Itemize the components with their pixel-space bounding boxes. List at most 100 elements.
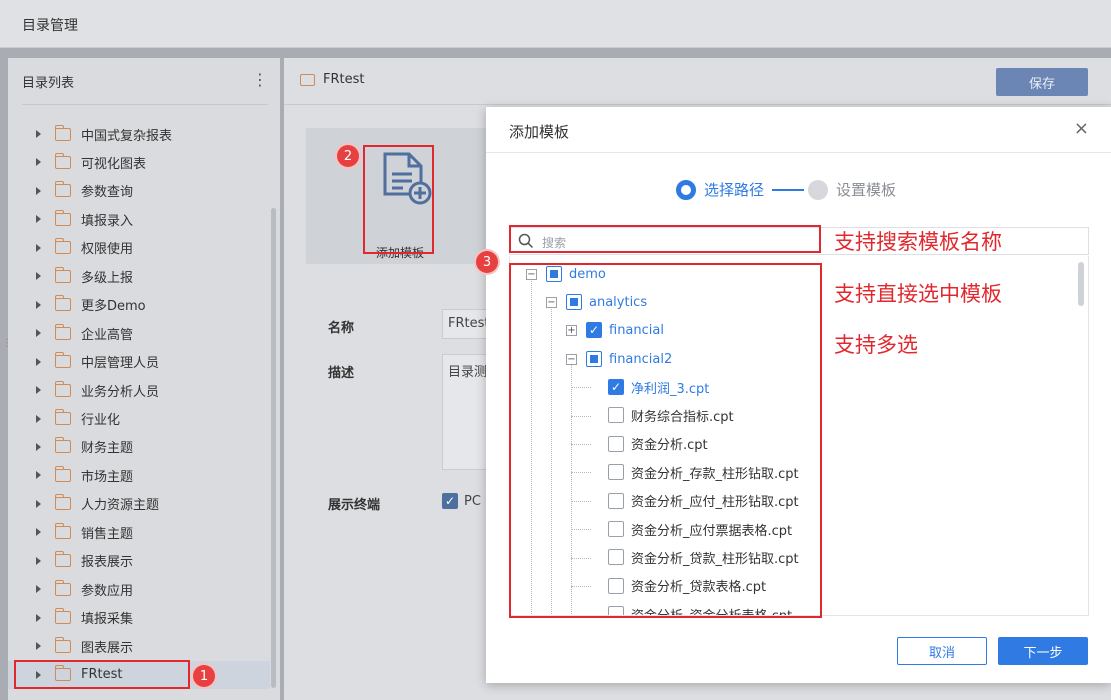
folder-icon <box>55 465 71 482</box>
expand-arrow-icon[interactable] <box>36 499 41 508</box>
folder-icon <box>55 409 71 425</box>
expand-arrow-icon[interactable] <box>36 414 41 423</box>
sidebar-item[interactable]: 参数应用 <box>8 575 270 603</box>
sidebar-item-label: 图表展示 <box>81 640 134 656</box>
annotation-box-3 <box>509 263 822 618</box>
sidebar-item[interactable]: 中国式复杂报表 <box>8 120 270 148</box>
sidebar-item[interactable]: 可视化图表 <box>8 148 270 176</box>
sidebar-item-label: 中国式复杂报表 <box>81 128 173 144</box>
sidebar-item[interactable]: 参数查询 <box>8 177 270 205</box>
sidebar-item[interactable]: 填报采集 <box>8 604 270 632</box>
expand-arrow-icon[interactable] <box>36 585 41 594</box>
expand-arrow-icon[interactable] <box>36 329 41 338</box>
folder-icon <box>55 152 71 169</box>
sidebar-item[interactable]: 权限使用 <box>8 234 270 262</box>
expand-arrow-icon[interactable] <box>36 357 41 366</box>
expand-arrow-icon[interactable] <box>36 528 41 537</box>
expand-arrow-icon[interactable] <box>36 158 41 167</box>
folder-icon <box>55 551 71 568</box>
folder-icon <box>55 494 71 511</box>
sidebar-item-label: 财务主题 <box>81 441 134 457</box>
terminal-label: 展示终端 <box>328 498 381 513</box>
expand-arrow-icon[interactable] <box>36 556 41 565</box>
sidebar-item[interactable]: 多级上报 <box>8 262 270 290</box>
expand-arrow-icon[interactable] <box>36 642 41 651</box>
expand-arrow-icon[interactable] <box>36 130 41 138</box>
pc-label: PC <box>464 493 481 509</box>
sidebar-item-label: 销售主题 <box>81 526 134 542</box>
sidebar-item-label: 市场主题 <box>81 469 134 485</box>
tree-scrollbar[interactable] <box>1078 262 1084 306</box>
annotation-box-2 <box>363 145 434 254</box>
sidebar-item-label: 人力资源主题 <box>81 498 160 514</box>
annotation-note-search: 支持搜索模板名称 <box>834 230 1002 254</box>
sidebar-item[interactable]: 业务分析人员 <box>8 376 270 404</box>
folder-icon <box>55 380 71 397</box>
sidebar-item-label: 企业高管 <box>81 327 134 343</box>
next-step-button[interactable]: 下一步 <box>998 637 1088 665</box>
sidebar-item[interactable]: 行业化 <box>8 405 270 433</box>
sidebar-scrollbar[interactable] <box>271 208 276 688</box>
folder-icon <box>55 579 71 596</box>
dialog-header: 添加模板 × <box>486 107 1111 153</box>
sidebar-item[interactable]: 中层管理人员 <box>8 348 270 376</box>
annotation-box-1 <box>14 660 190 689</box>
folder-icon <box>55 437 71 454</box>
folder-icon <box>55 295 71 312</box>
sidebar-item[interactable]: 财务主题 <box>8 433 270 461</box>
description-label: 描述 <box>328 366 355 381</box>
dialog-title: 添加模板 <box>509 123 570 141</box>
save-button[interactable]: 保存 <box>996 68 1088 96</box>
sidebar-item[interactable]: 报表展示 <box>8 547 270 575</box>
expand-arrow-icon[interactable] <box>36 471 41 480</box>
breadcrumb: FRtest <box>300 72 364 87</box>
app-title: 目录管理 <box>22 18 78 34</box>
folder-icon <box>55 181 71 198</box>
step-2-label: 设置模板 <box>836 181 897 199</box>
step-2-dot <box>808 179 829 200</box>
sidebar-item[interactable]: 销售主题 <box>8 518 270 546</box>
check-icon: ✓ <box>442 493 458 509</box>
sidebar-item[interactable]: 图表展示 <box>8 632 270 660</box>
sidebar-item-label: 业务分析人员 <box>81 384 160 400</box>
expand-arrow-icon[interactable] <box>36 243 41 252</box>
sidebar-item[interactable]: 更多Demo <box>8 291 270 319</box>
folder-icon <box>55 522 71 539</box>
expand-arrow-icon[interactable] <box>36 215 41 224</box>
sidebar-item-label: 填报采集 <box>81 612 134 628</box>
sidebar-item[interactable]: 企业高管 <box>8 319 270 347</box>
expand-arrow-icon[interactable] <box>36 272 41 281</box>
folder-icon <box>55 238 71 255</box>
expand-arrow-icon[interactable] <box>36 186 41 195</box>
sidebar-item-label: 参数应用 <box>81 583 134 599</box>
sidebar-item-label: 多级上报 <box>81 270 134 286</box>
divider <box>284 104 1111 105</box>
annotation-badge-2: 2 <box>337 145 359 167</box>
sidebar-item-label: 报表展示 <box>81 555 134 571</box>
sidebar-item-label: 参数查询 <box>81 185 134 201</box>
close-icon[interactable]: × <box>1074 118 1089 139</box>
annotation-badge-3: 3 <box>476 251 498 273</box>
sidebar-item[interactable]: 市场主题 <box>8 461 270 489</box>
folder-icon <box>55 266 71 283</box>
sidebar-item-label: 可视化图表 <box>81 156 147 172</box>
annotation-note-multi: 支持多选 <box>834 333 918 357</box>
sidebar-item[interactable]: 人力资源主题 <box>8 490 270 518</box>
folder-icon <box>55 608 71 625</box>
step-1-label: 选择路径 <box>704 181 765 199</box>
sidebar-item[interactable]: 填报录入 <box>8 205 270 233</box>
top-bar: 目录管理 <box>0 0 1111 48</box>
pc-checkbox[interactable]: ✓ PC <box>442 493 481 509</box>
expand-arrow-icon[interactable] <box>36 613 41 622</box>
more-icon[interactable]: ⋮ <box>252 70 268 89</box>
expand-arrow-icon[interactable] <box>36 300 41 309</box>
cancel-button[interactable]: 取消 <box>897 637 987 665</box>
expand-arrow-icon[interactable] <box>36 442 41 451</box>
expand-arrow-icon[interactable] <box>36 386 41 395</box>
sidebar-item-label: 权限使用 <box>81 242 134 258</box>
left-splitter-handle[interactable]: ⋮ <box>2 339 12 349</box>
folder-icon <box>55 636 71 653</box>
breadcrumb-label: FRtest <box>323 72 365 87</box>
folder-icon <box>300 73 315 86</box>
sidebar-item-label: 中层管理人员 <box>81 356 160 372</box>
